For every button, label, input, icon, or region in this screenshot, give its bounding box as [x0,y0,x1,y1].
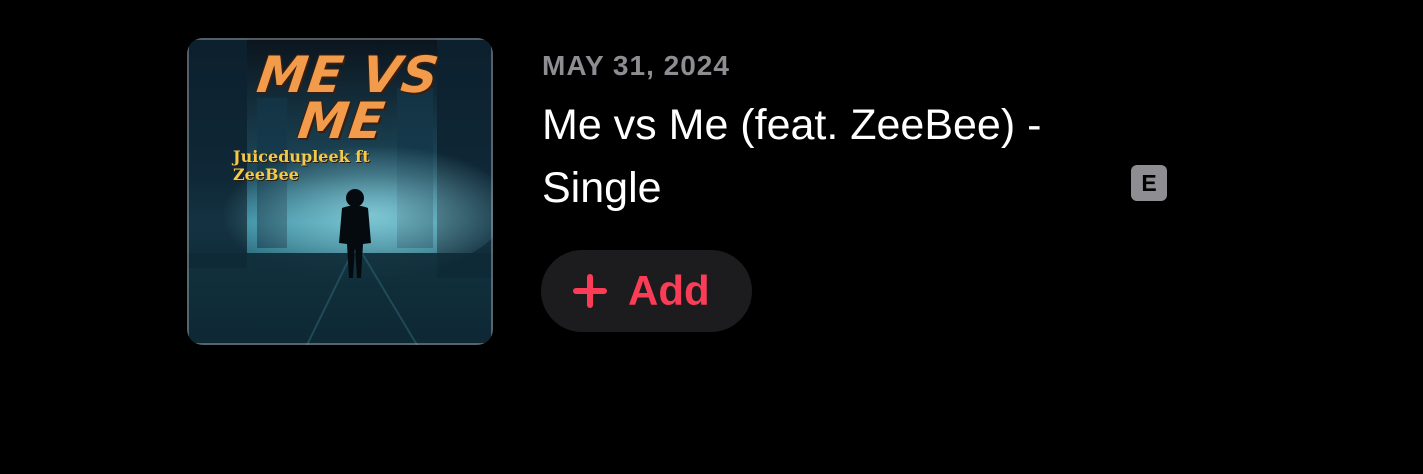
album-title: Me vs Me (feat. ZeeBee) - Single [542,101,1042,212]
artwork-artist-text: Juicedupleek ft ZeeBee [233,148,433,184]
release-date: MAY 31, 2024 [542,50,730,81]
explicit-badge: E [1131,165,1167,201]
artwork-artist-line-2: ZeeBee [233,165,299,184]
add-button[interactable]: Add [541,250,752,332]
artwork-title-text: ME VS ME [253,46,443,150]
plus-icon [573,274,607,308]
artwork-artist-line-1: Juicedupleek ft [233,147,370,166]
add-button-label: Add [628,267,710,314]
album-artwork[interactable]: ME VS ME Juicedupleek ft ZeeBee [187,38,493,345]
